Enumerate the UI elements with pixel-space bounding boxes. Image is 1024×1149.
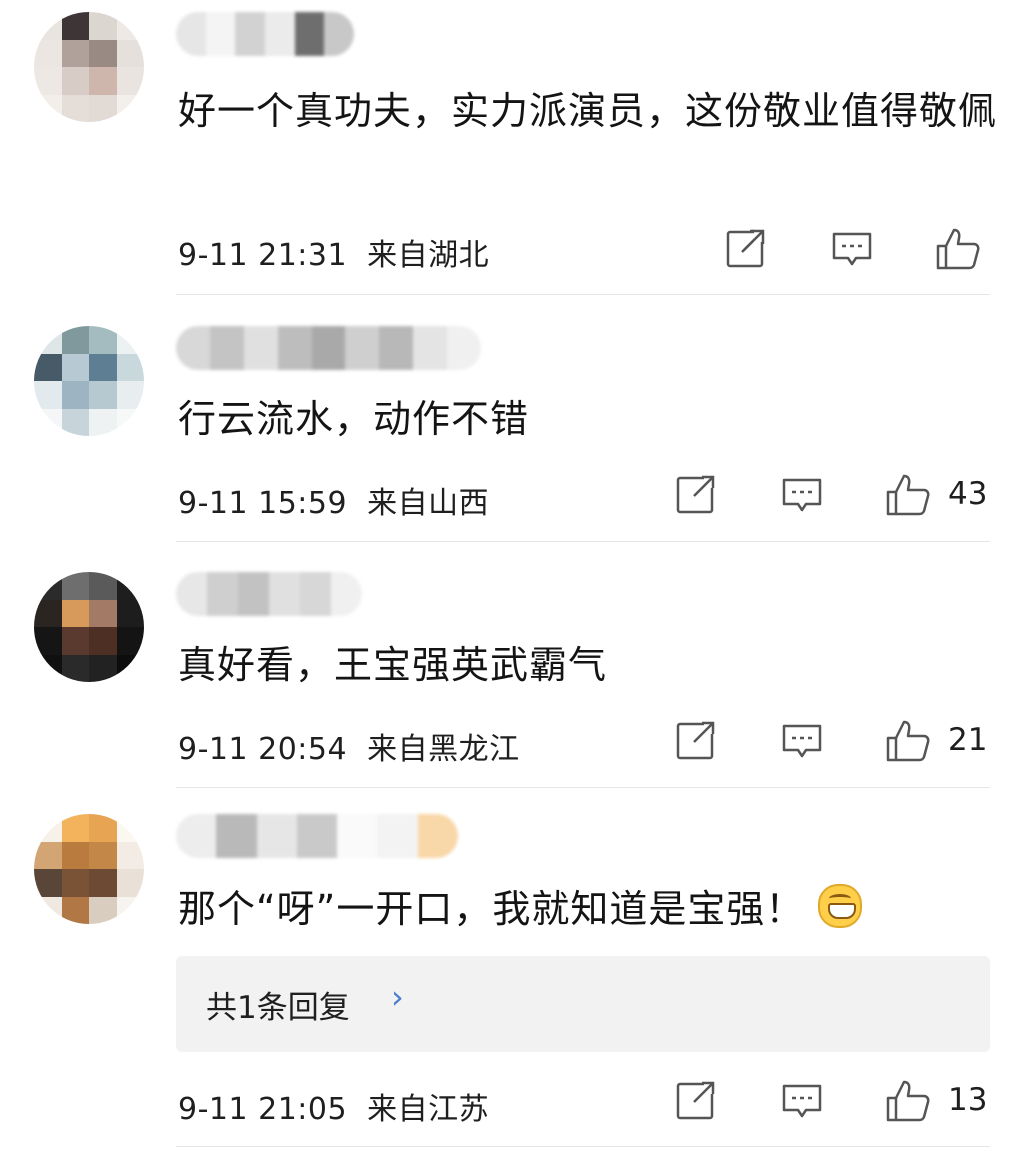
comment-meta: 9-11 21:31 来自湖北 [178,230,489,274]
like-count: 13 [948,1082,988,1118]
grinning-face-icon [818,884,863,928]
comment-item: 那个“呀”一开口，我就知道是宝强！ 共1条回复 › 9-11 21:05 来自江… [0,788,1024,1149]
comment-icon[interactable] [780,1078,824,1122]
username-blurred[interactable] [176,814,458,858]
comment-text: 那个“呀”一开口，我就知道是宝强！ [178,880,998,938]
avatar[interactable] [34,326,144,436]
comment-text-content: 那个“呀”一开口，我就知道是宝强！ [178,887,805,931]
comment-location: 来自黑龙江 [367,732,520,767]
comment-item: 行云流水，动作不错 9-11 15:59 来自山西 43 [0,296,1024,542]
like-icon[interactable] [884,1078,932,1124]
share-icon[interactable] [674,718,718,762]
comment-item: 真好看，王宝强英武霸气 9-11 20:54 来自黑龙江 21 [0,542,1024,788]
like-count: 21 [948,722,988,758]
divider [176,1146,990,1147]
comment-meta: 9-11 21:05 来自江苏 [178,1084,489,1128]
like-icon[interactable] [934,226,982,272]
username-blurred[interactable] [176,326,481,370]
reply-count-label: 共1条回复 [206,990,350,1026]
like-icon[interactable] [884,718,932,764]
comment-item: 好一个真功夫，实力派演员，这份敬业值得敬佩 9-11 21:31 来自湖北 [0,0,1024,296]
comment-location: 来自江苏 [367,1092,490,1127]
like-count: 43 [948,476,988,512]
avatar[interactable] [34,572,144,682]
share-icon[interactable] [724,226,768,270]
like-icon[interactable] [884,472,932,518]
reply-summary[interactable]: 共1条回复 › [176,956,990,1052]
comment-time: 9-11 15:59 [178,486,348,521]
comment-text: 真好看，王宝强英武霸气 [178,643,608,687]
comment-icon[interactable] [780,472,824,516]
comment-text: 行云流水，动作不错 [178,397,530,441]
comment-meta: 9-11 20:54 来自黑龙江 [178,724,520,768]
comment-time: 9-11 21:31 [178,238,348,273]
chevron-right-icon: › [391,978,404,1016]
comment-text: 好一个真功夫，实力派演员，这份敬业值得敬佩 [178,89,998,133]
comment-location: 来自山西 [367,486,490,521]
comment-icon[interactable] [780,718,824,762]
username-blurred[interactable] [176,12,354,56]
avatar[interactable] [34,12,144,122]
comment-meta: 9-11 15:59 来自山西 [178,478,489,522]
comment-time: 9-11 21:05 [178,1092,348,1127]
divider [176,294,990,295]
username-blurred[interactable] [176,572,362,616]
share-icon[interactable] [674,472,718,516]
comment-time: 9-11 20:54 [178,732,348,767]
comment-location: 来自湖北 [367,238,490,273]
avatar[interactable] [34,814,144,924]
comment-icon[interactable] [830,226,874,270]
share-icon[interactable] [674,1078,718,1122]
